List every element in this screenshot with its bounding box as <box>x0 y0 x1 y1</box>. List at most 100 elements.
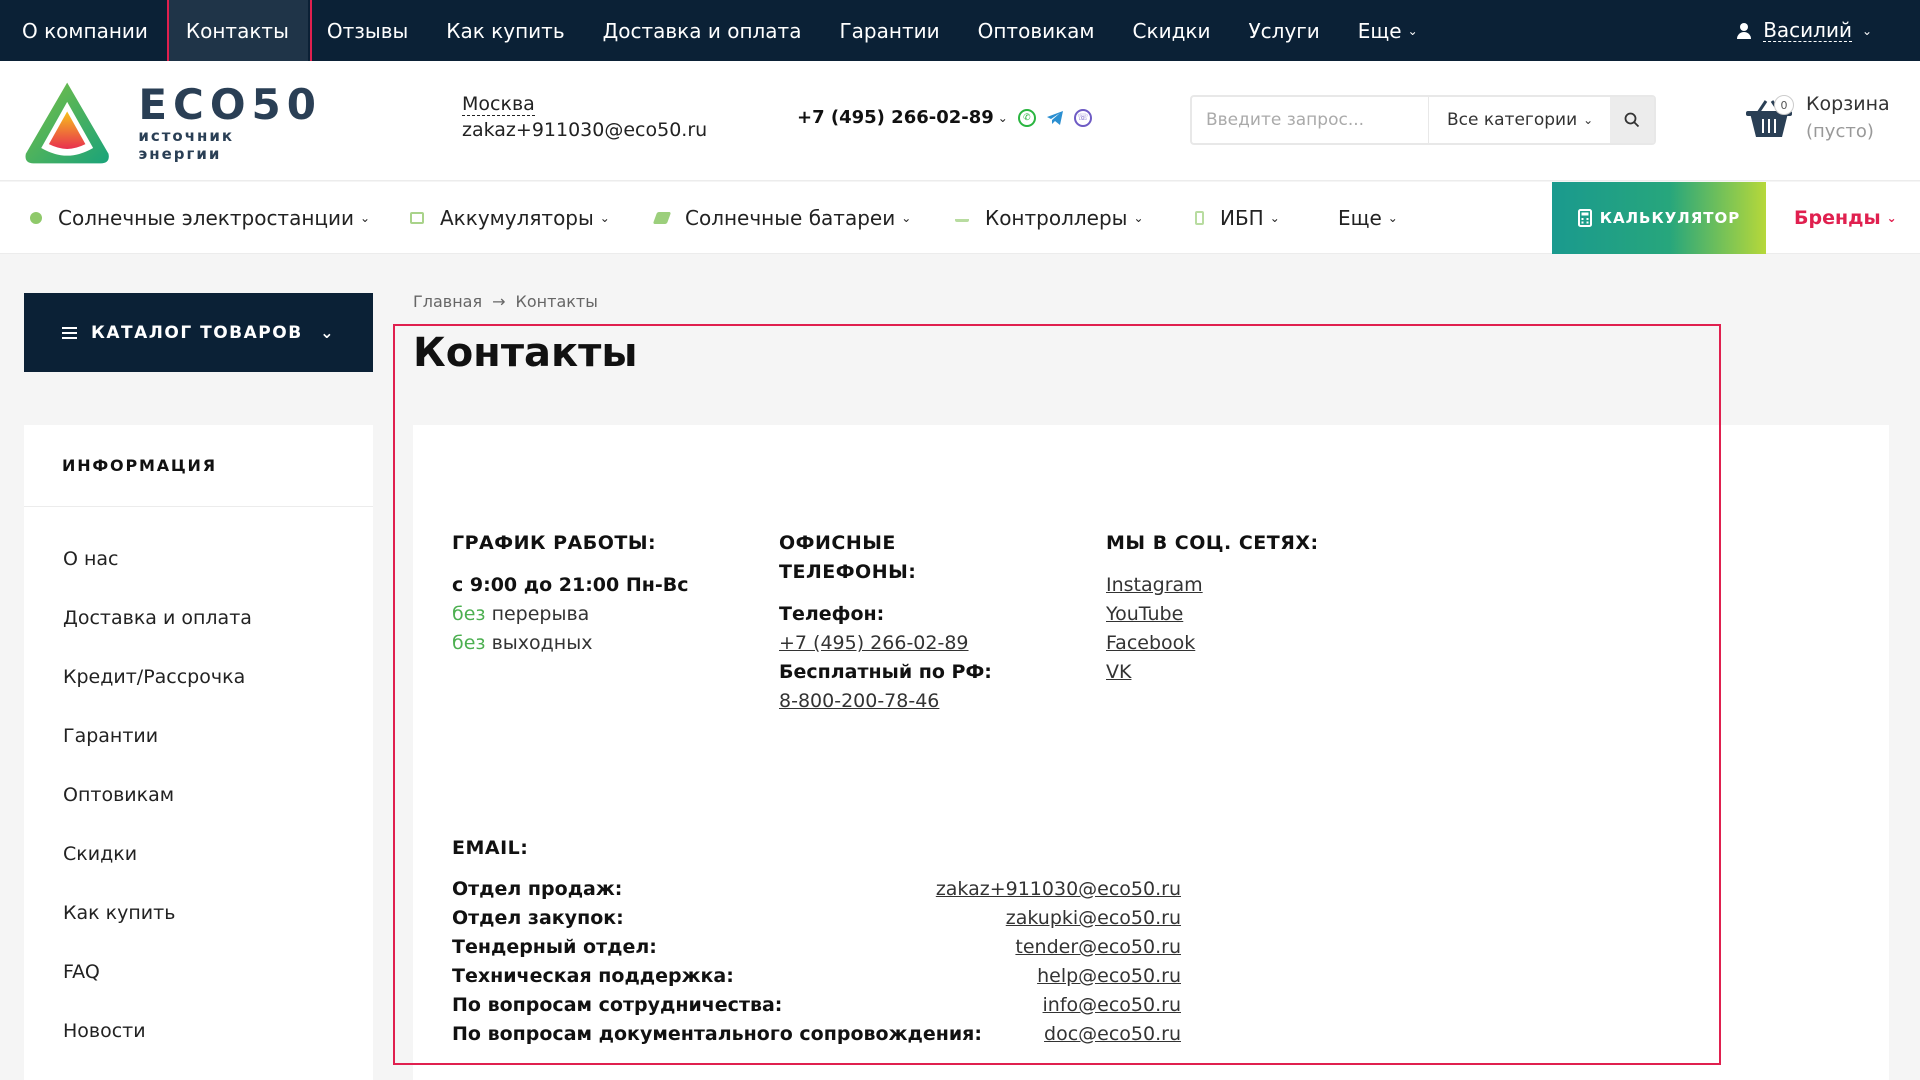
email-link-tender[interactable]: tender@eco50.ru <box>1015 933 1181 962</box>
category-ups[interactable]: ИБП ⌄ <box>1195 182 1280 254</box>
topnav-label: Услуги <box>1248 18 1320 43</box>
phone-label: Телефон: <box>779 603 885 625</box>
email-link-sales[interactable]: zakaz+911030@eco50.ru <box>936 875 1181 904</box>
calculator-label: КАЛЬКУЛЯТОР <box>1599 209 1741 227</box>
phones-title-line2: ТЕЛЕФОНЫ: <box>779 561 917 583</box>
user-menu[interactable]: Василий ⌄ <box>1735 0 1872 61</box>
info-panel-title: ИНФОРМАЦИЯ <box>24 425 373 507</box>
social-link-facebook[interactable]: Facebook <box>1106 629 1406 658</box>
breadcrumb-home[interactable]: Главная <box>413 292 482 311</box>
topnav-item-wholesale[interactable]: Оптовикам <box>959 0 1114 61</box>
phone-block: +7 (495) 266-02-89 ⌄ ✆ ☏ <box>797 107 1092 128</box>
email-row: По вопросам сотрудничества: info@eco50.r… <box>452 991 1181 1020</box>
sidebar-item-warranty[interactable]: Гарантии <box>24 706 373 765</box>
chevron-down-icon: ⌄ <box>360 210 371 225</box>
menu-icon <box>62 326 77 339</box>
schedule-days-text: выходных <box>491 632 593 654</box>
whatsapp-icon[interactable]: ✆ <box>1017 108 1036 127</box>
cart-status: (пусто) <box>1806 121 1874 142</box>
topnav-item-company[interactable]: О компании <box>14 0 167 61</box>
logo[interactable]: ECO50 источник энергии <box>22 75 322 171</box>
sidebar-item-delivery[interactable]: Доставка и оплата <box>24 588 373 647</box>
sidebar-item-about[interactable]: О нас <box>24 529 373 588</box>
category-solar-stations[interactable]: Солнечные электростанции ⌄ <box>30 182 370 254</box>
sidebar-item-wholesale[interactable]: Оптовикам <box>24 765 373 824</box>
cart[interactable]: 0 Корзина (пусто) <box>1744 91 1890 145</box>
email-link-purchasing[interactable]: zakupki@eco50.ru <box>1006 904 1181 933</box>
email-row: Отдел продаж: zakaz+911030@eco50.ru <box>452 875 1181 904</box>
email-row-label: Тендерный отдел: <box>452 936 657 958</box>
topnav-item-services[interactable]: Услуги <box>1229 0 1338 61</box>
chevron-down-icon: ⌄ <box>599 210 610 225</box>
topnav-item-warranty[interactable]: Гарантии <box>820 0 958 61</box>
city-selector[interactable]: Москва <box>462 93 535 116</box>
catalog-button[interactable]: КАТАЛОГ ТОВАРОВ ⌄ <box>24 293 373 372</box>
chevron-down-icon: ⌄ <box>901 210 912 225</box>
topnav-item-how-to-buy[interactable]: Как купить <box>427 0 583 61</box>
cart-label: Корзина <box>1806 93 1890 115</box>
sidebar-item-how-to-buy[interactable]: Как купить <box>24 883 373 942</box>
chevron-down-icon: ⌄ <box>1269 210 1280 225</box>
topnav-item-reviews[interactable]: Отзывы <box>308 0 427 61</box>
topnav-item-more[interactable]: Еще ⌄ <box>1339 0 1437 61</box>
free-phone-link[interactable]: 8-800-200-78-46 <box>779 687 1079 716</box>
search-button[interactable] <box>1610 97 1654 143</box>
chevron-down-icon: ⌄ <box>1133 210 1144 225</box>
schedule-title: ГРАФИК РАБОТЫ: <box>452 532 657 554</box>
breadcrumb-arrow-icon: → <box>492 292 506 311</box>
battery-icon <box>410 211 424 224</box>
social-link-vk[interactable]: VK <box>1106 658 1406 687</box>
cart-icon: 0 <box>1744 95 1794 141</box>
info-list: О нас Доставка и оплата Кредит/Рассрочка… <box>24 507 373 1060</box>
chevron-down-icon: ⌄ <box>1407 23 1418 38</box>
topnav-item-contacts[interactable]: Контакты <box>166 0 312 73</box>
chevron-down-icon: ⌄ <box>320 323 335 342</box>
category-controllers[interactable]: Контроллеры ⌄ <box>955 182 1144 254</box>
email-title: EMAIL: <box>452 834 528 863</box>
sidebar-item-faq[interactable]: FAQ <box>24 942 373 1001</box>
sidebar-item-credit[interactable]: Кредит/Рассрочка <box>24 647 373 706</box>
email-row-label: По вопросам документального сопровождени… <box>452 1023 982 1045</box>
email-row: Отдел закупок: zakupki@eco50.ru <box>452 904 1181 933</box>
email-link-cooperation[interactable]: info@eco50.ru <box>1043 991 1181 1020</box>
category-label: Солнечные батареи <box>685 205 896 230</box>
logo-tagline: источник энергии <box>138 127 235 163</box>
office-phone-link[interactable]: +7 (495) 266-02-89 <box>779 629 1079 658</box>
email-link-support[interactable]: help@eco50.ru <box>1037 962 1181 991</box>
chevron-down-icon: ⌄ <box>1583 113 1594 127</box>
sidebar-item-discounts[interactable]: Скидки <box>24 824 373 883</box>
category-label: Аккумуляторы <box>440 205 594 230</box>
solar-station-icon <box>30 211 42 224</box>
header-email[interactable]: zakaz+911030@eco50.ru <box>462 119 707 141</box>
brands-menu[interactable]: Бренды ⌄ <box>1794 182 1897 254</box>
social-section: МЫ В СОЦ. СЕТЯХ: Instagram YouTube Faceb… <box>1106 529 1406 687</box>
schedule-days: без выходных <box>452 629 752 658</box>
search-input[interactable] <box>1192 97 1428 143</box>
schedule-break: без перерыва <box>452 600 752 629</box>
chevron-down-icon[interactable]: ⌄ <box>998 111 1008 125</box>
email-row: Тендерный отдел: tender@eco50.ru <box>452 933 1181 962</box>
topnav-label: Как купить <box>446 18 565 43</box>
calculator-button[interactable]: КАЛЬКУЛЯТОР <box>1552 182 1766 254</box>
sidebar-item-news[interactable]: Новости <box>24 1001 373 1060</box>
chevron-down-icon: ⌄ <box>1861 23 1872 38</box>
category-batteries[interactable]: Аккумуляторы ⌄ <box>410 182 610 254</box>
controller-icon <box>955 214 969 222</box>
category-more[interactable]: Еще ⌄ <box>1338 182 1398 254</box>
header-phone[interactable]: +7 (495) 266-02-89 <box>797 107 994 128</box>
breadcrumb: Главная → Контакты <box>413 292 598 311</box>
social-link-youtube[interactable]: YouTube <box>1106 600 1406 629</box>
logo-text: ECO50 источник энергии <box>138 83 322 164</box>
category-solar-panels[interactable]: Солнечные батареи ⌄ <box>652 182 912 254</box>
social-link-instagram[interactable]: Instagram <box>1106 571 1406 600</box>
top-nav: О компании Контакты Отзывы Как купить До… <box>0 0 1437 73</box>
header: ECO50 источник энергии Москва zakaz+9110… <box>0 61 1920 181</box>
logo-icon <box>25 82 109 164</box>
search-category-select[interactable]: Все категории ⌄ <box>1428 97 1610 143</box>
social-title: МЫ В СОЦ. СЕТЯХ: <box>1106 532 1319 554</box>
telegram-icon[interactable] <box>1046 110 1064 126</box>
topnav-item-delivery[interactable]: Доставка и оплата <box>584 0 821 61</box>
topnav-item-discounts[interactable]: Скидки <box>1114 0 1230 61</box>
email-link-documents[interactable]: doc@eco50.ru <box>1044 1020 1181 1049</box>
viber-icon[interactable]: ☏ <box>1073 108 1092 127</box>
